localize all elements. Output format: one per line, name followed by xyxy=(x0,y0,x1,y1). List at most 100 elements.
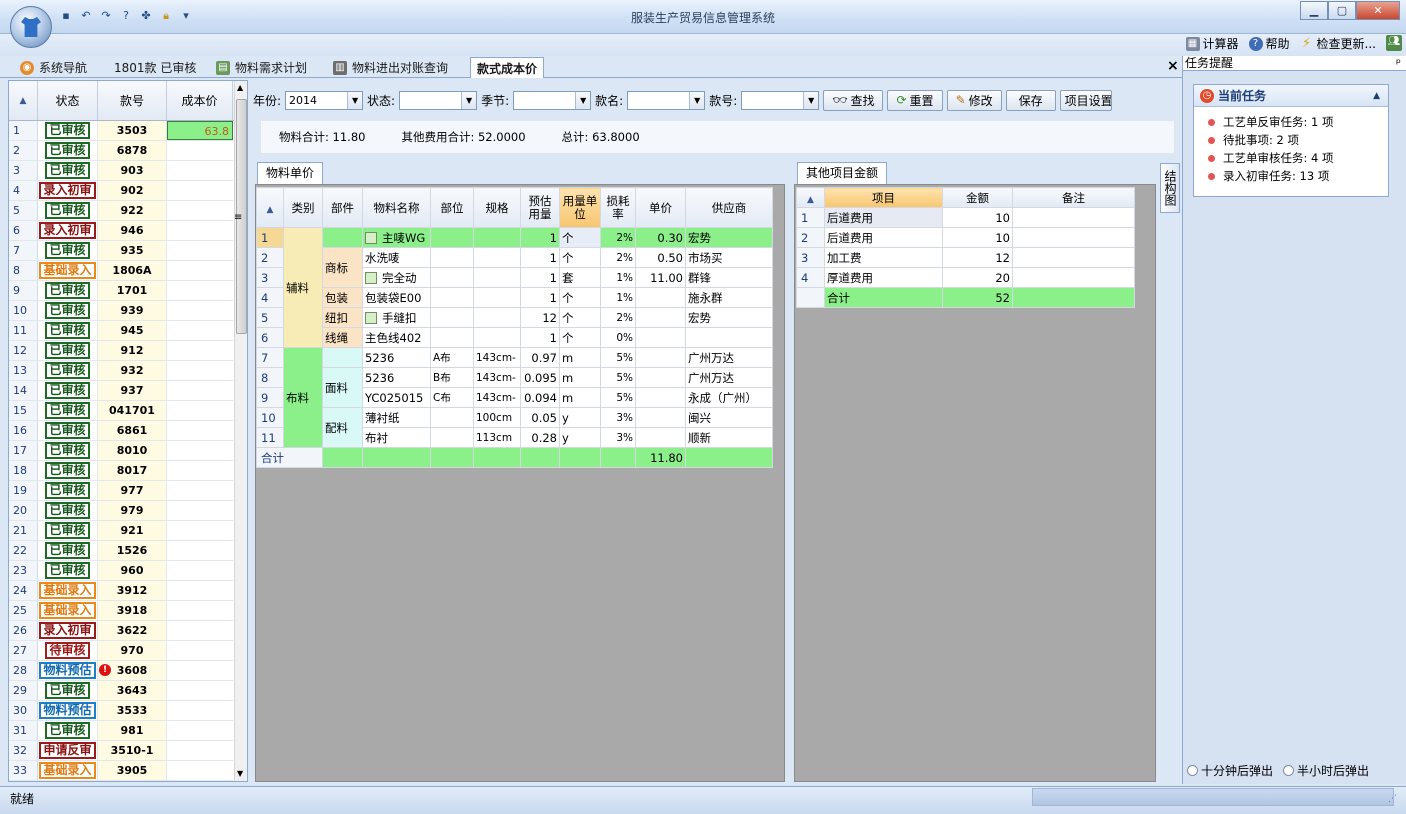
list-row[interactable]: 27 待审核 970 xyxy=(9,641,233,661)
list-row[interactable]: 9 已审核 1701 xyxy=(9,281,233,301)
tab-material-plan[interactable]: ▤ 物料需求计划 xyxy=(210,57,313,78)
loss-rate-cell[interactable]: 2% xyxy=(600,247,636,268)
reset-button[interactable]: ⟳ 重置 xyxy=(887,89,943,111)
list-row[interactable]: 21 已审核 921 xyxy=(9,521,233,541)
item-cell[interactable]: 加工费 xyxy=(824,247,943,268)
position-cell[interactable]: A布 xyxy=(430,347,474,368)
cost-cell[interactable] xyxy=(167,441,233,460)
position-cell[interactable] xyxy=(430,327,474,348)
save-button[interactable]: 保存 xyxy=(1005,89,1056,111)
supplier-cell[interactable]: 群锋 xyxy=(685,267,773,288)
supplier-cell[interactable]: 顺新 xyxy=(685,427,773,448)
supplier-cell[interactable]: 广州万达 xyxy=(685,367,773,388)
list-row[interactable]: 1 已审核 3503 63.8 xyxy=(9,121,233,141)
table-row[interactable]: 2 后道费用 10 xyxy=(796,227,1135,248)
spec-cell[interactable]: 143cm- xyxy=(473,347,521,368)
col-amount[interactable]: 金额 xyxy=(942,187,1013,208)
item-cell[interactable]: 后道费用 xyxy=(824,227,943,248)
list-row[interactable]: 3 已审核 903 xyxy=(9,161,233,181)
list-row[interactable]: 17 已审核 8010 xyxy=(9,441,233,461)
est-qty-cell[interactable]: 1 xyxy=(520,327,560,348)
list-row[interactable]: 4 录入初审 902 xyxy=(9,181,233,201)
sort-icon[interactable]: ▲ xyxy=(256,187,284,228)
cost-cell[interactable] xyxy=(167,401,233,420)
spec-cell[interactable] xyxy=(473,247,521,268)
task-item[interactable]: 工艺单审核任务: 4 项 xyxy=(1194,149,1388,167)
category-cell[interactable]: 布料 xyxy=(283,347,323,448)
current-tasks-header[interactable]: ◷ 当前任务 ▲ xyxy=(1194,85,1388,107)
list-row[interactable]: 23 已审核 960 xyxy=(9,561,233,581)
minimize-button[interactable]: ▁ xyxy=(1300,1,1328,20)
task-item[interactable]: 待批事项: 2 项 xyxy=(1194,131,1388,149)
list-row[interactable]: 5 已审核 922 xyxy=(9,201,233,221)
supplier-cell[interactable]: 永成（广州） xyxy=(685,387,773,408)
unit-cell[interactable]: 个 xyxy=(559,287,601,308)
maximize-button[interactable]: ▢ xyxy=(1328,1,1356,20)
unit-price-cell[interactable] xyxy=(635,347,686,368)
spec-cell[interactable]: 143cm- xyxy=(473,387,521,408)
part-cell[interactable] xyxy=(322,347,363,368)
list-row[interactable]: 25 基础录入 3918 xyxy=(9,601,233,621)
task-item[interactable]: 录入初审任务: 13 项 xyxy=(1194,167,1388,185)
list-row[interactable]: 7 已审核 935 xyxy=(9,241,233,261)
list-row[interactable]: 10 已审核 939 xyxy=(9,301,233,321)
part-cell[interactable]: 配料 xyxy=(322,407,363,448)
part-cell[interactable]: 面料 xyxy=(322,367,363,408)
list-row[interactable]: 26 录入初审 3622 xyxy=(9,621,233,641)
list-row[interactable]: 16 已审核 6861 xyxy=(9,421,233,441)
loss-rate-cell[interactable]: 3% xyxy=(600,427,636,448)
loss-rate-cell[interactable]: 0% xyxy=(600,327,636,348)
note-cell[interactable] xyxy=(1012,207,1135,228)
list-row[interactable]: 2 已审核 6878 xyxy=(9,141,233,161)
cost-cell[interactable] xyxy=(167,561,233,580)
col-category[interactable]: 类别 xyxy=(283,187,323,228)
table-row[interactable]: 5 纽扣 手缝扣 12 个 2% 宏势 xyxy=(256,307,773,328)
cost-cell[interactable] xyxy=(167,721,233,740)
loss-rate-cell[interactable]: 1% xyxy=(600,267,636,288)
unit-cell[interactable]: 套 xyxy=(559,267,601,288)
unit-price-cell[interactable] xyxy=(635,327,686,348)
list-row[interactable]: 11 已审核 945 xyxy=(9,321,233,341)
unit-price-cell[interactable] xyxy=(635,387,686,408)
spec-cell[interactable] xyxy=(473,327,521,348)
cost-cell[interactable] xyxy=(167,581,233,600)
cost-cell[interactable] xyxy=(167,501,233,520)
list-row[interactable]: 20 已审核 979 xyxy=(9,501,233,521)
loss-rate-cell[interactable]: 5% xyxy=(600,347,636,368)
radio-half-hour[interactable]: 半小时后弹出 xyxy=(1283,762,1369,779)
unit-cell[interactable]: m xyxy=(559,367,601,388)
material-name-cell[interactable]: 薄衬纸 xyxy=(362,407,431,428)
col-unit-price[interactable]: 单价 xyxy=(635,187,686,228)
col-supplier[interactable]: 供应商 xyxy=(685,187,773,228)
table-row[interactable]: 7 布料 5236 A布 143cm- 0.97 m 5% 广州万达 xyxy=(256,347,773,448)
unit-price-cell[interactable]: 11.00 xyxy=(635,267,686,288)
amount-cell[interactable]: 12 xyxy=(942,247,1013,268)
radio-ten-minutes[interactable]: 十分钟后弹出 xyxy=(1187,762,1273,779)
cost-cell[interactable] xyxy=(167,601,233,620)
year-select[interactable]: 2014 ▼ xyxy=(285,90,364,110)
help-button[interactable]: ? 帮助 xyxy=(1248,35,1290,52)
structure-diagram-button[interactable]: 结构图 xyxy=(1160,163,1180,213)
col-est-qty[interactable]: 预估用量 xyxy=(520,187,560,228)
cost-cell[interactable] xyxy=(167,641,233,660)
unit-cell[interactable]: 个 xyxy=(559,247,601,268)
scroll-up-icon[interactable]: ▲ xyxy=(237,83,243,92)
list-scrollbar[interactable]: ▲ ▼ xyxy=(234,81,247,781)
part-cell[interactable] xyxy=(322,227,363,248)
position-cell[interactable]: B布 xyxy=(430,367,474,388)
est-qty-cell[interactable]: 1 xyxy=(520,287,560,308)
material-name-cell[interactable]: 水洗唛 xyxy=(362,247,431,268)
list-row[interactable]: 31 已审核 981 xyxy=(9,721,233,741)
spec-cell[interactable]: 100cm xyxy=(473,407,521,428)
list-row[interactable]: 18 已审核 8017 xyxy=(9,461,233,481)
unit-cell[interactable]: y xyxy=(559,427,601,448)
resize-grip-icon[interactable]: ⋰ xyxy=(1388,794,1397,804)
material-name-cell[interactable]: 包装袋E00 xyxy=(362,287,431,308)
list-row[interactable]: 6 录入初审 946 xyxy=(9,221,233,241)
supplier-cell[interactable]: 市场买 xyxy=(685,247,773,268)
list-row[interactable]: 13 已审核 932 xyxy=(9,361,233,381)
position-cell[interactable] xyxy=(430,427,474,448)
table-row[interactable]: 4 厚道费用 20 xyxy=(796,267,1135,288)
spec-cell[interactable]: 113cm xyxy=(473,427,521,448)
note-cell[interactable] xyxy=(1012,227,1135,248)
